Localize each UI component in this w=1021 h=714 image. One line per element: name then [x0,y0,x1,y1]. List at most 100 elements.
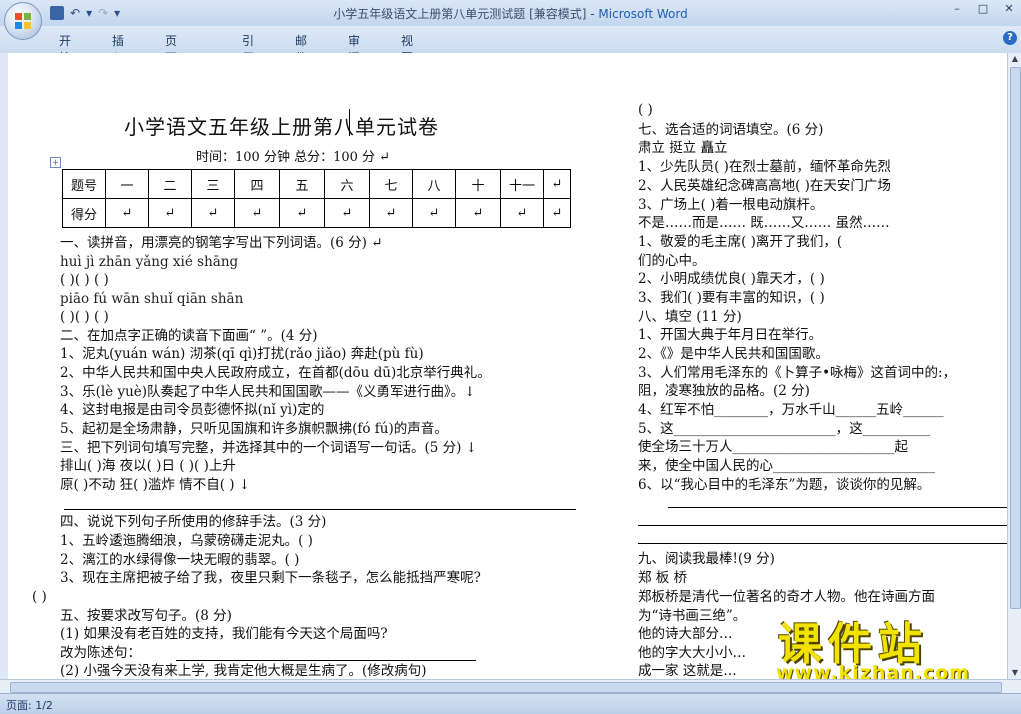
question-line: 来，使全中国人民的心________________________ [638,458,935,474]
question-line: 2、人民英雄纪念碑高高地( )在天安门广场 [638,178,891,194]
ribbon: 开始 插入 页面布局 引用 邮件 审阅 视图 ? [0,26,1021,99]
document-title: 小学五年级语文上册第八单元测试题 [兼容模式] - [333,7,599,21]
section-1-heading: 一、读拼音，用漂亮的钢笔字写出下列词语。(6 分) ↵ [60,235,383,251]
table-cell[interactable]: ↵ [369,198,413,228]
question-line: 1、少先队员( )在烈士墓前，缅怀革命先烈 [638,159,891,175]
score-table-score-row: 得分 ↵ ↵ ↵ ↵ ↵ ↵ ↵ ↵ ↵ ↵ ↵ [62,198,571,228]
document-page[interactable]: 小学语文五年级上册第八单元试卷 时间：100 分钟 总分：100 分 ↵ + 题… [8,53,1007,679]
table-cell[interactable]: 四 [234,169,280,199]
office-button[interactable] [4,2,42,40]
exam-title: 小学语文五年级上册第八单元试卷 [124,115,439,139]
question-line: (2) 小强今天没有来上学, 我肯定他大概是生病了。(修改病句) [60,663,427,679]
table-cell[interactable]: ↵ [105,198,149,228]
answer-line [176,660,476,661]
question-line: 改为陈述句： [60,645,141,661]
question-line: 1、敬爱的毛主席( )离开了我们，( [638,234,843,250]
table-cell[interactable]: ↵ [279,198,325,228]
table-cell[interactable]: 六 [324,169,370,199]
page-indicator[interactable]: 页面: 1/2 [6,697,53,713]
question-line: 3、现在主席把被子给了我，夜里只剩下一条毯子，怎么能抵挡严寒呢? [60,570,481,586]
section-2-heading: 二、在加点字正确的读音下面画“ ”。(4 分) [60,328,318,344]
minimize-button[interactable]: – [944,1,970,17]
question-line: 5、起初是全场肃静，只听见国旗和许多旗帜飘拂(fó fú)的声音。 [60,421,448,437]
table-cell[interactable]: ↵ [455,198,501,228]
answer-blanks: ( )( ) ( ) [60,272,109,288]
pinyin-line: piāo fú wān shuǐ qiān shān [60,291,244,307]
question-line: (1) 如果没有老百姓的支持，我们能有今天这个局面吗? [60,626,388,642]
question-line: 使全场三十万人________________________起 [638,439,908,455]
passage-line: 他的诗大部分… [638,626,733,642]
table-cell[interactable]: 二 [148,169,192,199]
section-3-heading: 三、把下列词句填写完整，并选择其中的一个词语写一句话。(5 分) ↓ [60,440,478,456]
table-cell[interactable]: ↵ [234,198,280,228]
question-line: 们的心中。 [638,253,706,269]
table-move-handle-icon[interactable]: + [50,157,61,168]
answer-line [638,525,1007,526]
question-line: 3、乐(lè yuè)队奏起了中华人民共和国国歌——《义勇军进行曲》。↓ [60,384,476,400]
answer-blanks: ( ) [638,102,653,118]
vertical-scrollbar[interactable]: ▲ ▼ [1007,53,1021,679]
table-cell[interactable]: 得分 [62,198,106,228]
scroll-down-icon[interactable]: ▼ [1008,667,1021,679]
kjzhan-watermark: 课件站 www.kjzhan.com [770,602,1006,688]
close-button[interactable]: ✕ [996,1,1021,17]
score-table-header-row: 题号 一 二 三 四 五 六 七 八 十 十一 ↵ [62,169,571,199]
question-line: 1、泥丸(yuán wán) 沏茶(qī qì)打扰(rǎo jiǎo) 奔赴(… [60,346,424,362]
section-8-heading: 八、填空 (11 分) [638,309,742,325]
question-line: 2、中华人民共和国中央人民政府成立，在首都(dōu dū)北京举行典礼。 [60,365,491,381]
table-cell[interactable]: ↵ [324,198,370,228]
answer-line [668,507,1007,508]
table-cell[interactable]: 题号 [62,169,106,199]
question-line: 阻，凌寒独放的品格。(2 分) [638,383,810,399]
table-cell[interactable]: ↵ [191,198,235,228]
answer-blanks: ( )( ) ( ) [60,309,109,325]
question-line: 4、这封电报是由司令员彭德怀拟(nǐ yì)定的 [60,402,325,418]
horizontal-scrollbar[interactable] [0,679,1021,694]
vertical-scroll-thumb[interactable] [1010,67,1021,609]
question-line: 1、五岭逶迤腾细浪，乌蒙磅礴走泥丸。( ) [60,533,313,549]
table-cell[interactable]: ↵ [412,198,456,228]
section-5-heading: 五、按要求改写句子。(8 分) [60,608,232,624]
question-line: 3、我们( )要有丰富的知识，( ) [638,290,825,306]
question-line: 2、《》是中华人民共和国国歌。 [638,346,829,362]
help-icon[interactable]: ? [1003,31,1017,45]
question-line: 5、这________________________，这__________ [638,421,931,437]
question-line: 1、开国大典于年月日在举行。 [638,327,823,343]
passage-line: 成一家 这就是… [638,663,737,679]
table-cell[interactable]: ↵ [500,198,544,228]
section-9-heading: 九、阅读我最棒!(9 分) [638,551,775,567]
pinyin-line: huì jì zhān yǎng xié shāng [60,254,239,270]
answer-line [638,543,1007,544]
table-cell[interactable]: ↵ [148,198,192,228]
table-cell[interactable]: 五 [279,169,325,199]
question-line: 3、人们常用毛泽东的《卜算子•咏梅》这首词中的:， [638,365,957,381]
question-line: 2、漓江的水绿得像一块无暇的翡翠。( ) [60,552,300,568]
app-name: Microsoft Word [598,7,688,21]
question-line: 原( )不动 狂( )滥炸 情不自( ) ↓ [60,477,251,493]
scroll-up-icon[interactable]: ▲ [1008,53,1021,65]
table-cell[interactable]: 七 [369,169,413,199]
question-line: 6、以“我心目中的毛泽东”为题，谈谈你的见解。 [638,477,931,493]
question-line: 2、小明成绩优良( )靠天才，( ) [638,271,825,287]
passage-line: 为“诗书画三绝”。 [638,608,747,624]
word-choices: 肃立 挺立 矗立 [638,140,728,156]
maximize-button[interactable]: □ [970,1,996,17]
title-bar: ↶ ▾ ↷ ▾ 小学五年级语文上册第八单元测试题 [兼容模式] - Micros… [0,0,1021,26]
question-line: 4、红军不怕________，万水千山______五岭______ [638,402,944,418]
answer-line [64,509,576,510]
horizontal-scroll-thumb[interactable] [10,682,1002,693]
section-7-heading: 七、选合适的词语填空。(6 分) [638,122,824,138]
table-cell[interactable]: 三 [191,169,235,199]
word-choices: 不是……而是…… 既……又…… 虽然…… [638,215,890,231]
table-cell[interactable]: 一 [105,169,149,199]
table-row-end-mark: ↵ [543,169,571,199]
table-cell[interactable]: 八 [412,169,456,199]
table-cell[interactable]: 十 [455,169,501,199]
question-line: 3、广场上( )着一根电动旗杆。 [638,197,824,213]
table-cell[interactable]: 十一 [500,169,544,199]
window-title: 小学五年级语文上册第八单元测试题 [兼容模式] - Microsoft Word [0,5,1021,22]
passage-line: 他的字大大小小… [638,645,746,661]
exam-time-total: 时间：100 分钟 总分：100 分 ↵ [196,150,391,165]
text-cursor [349,109,350,136]
window-controls: – □ ✕ [944,1,1021,17]
